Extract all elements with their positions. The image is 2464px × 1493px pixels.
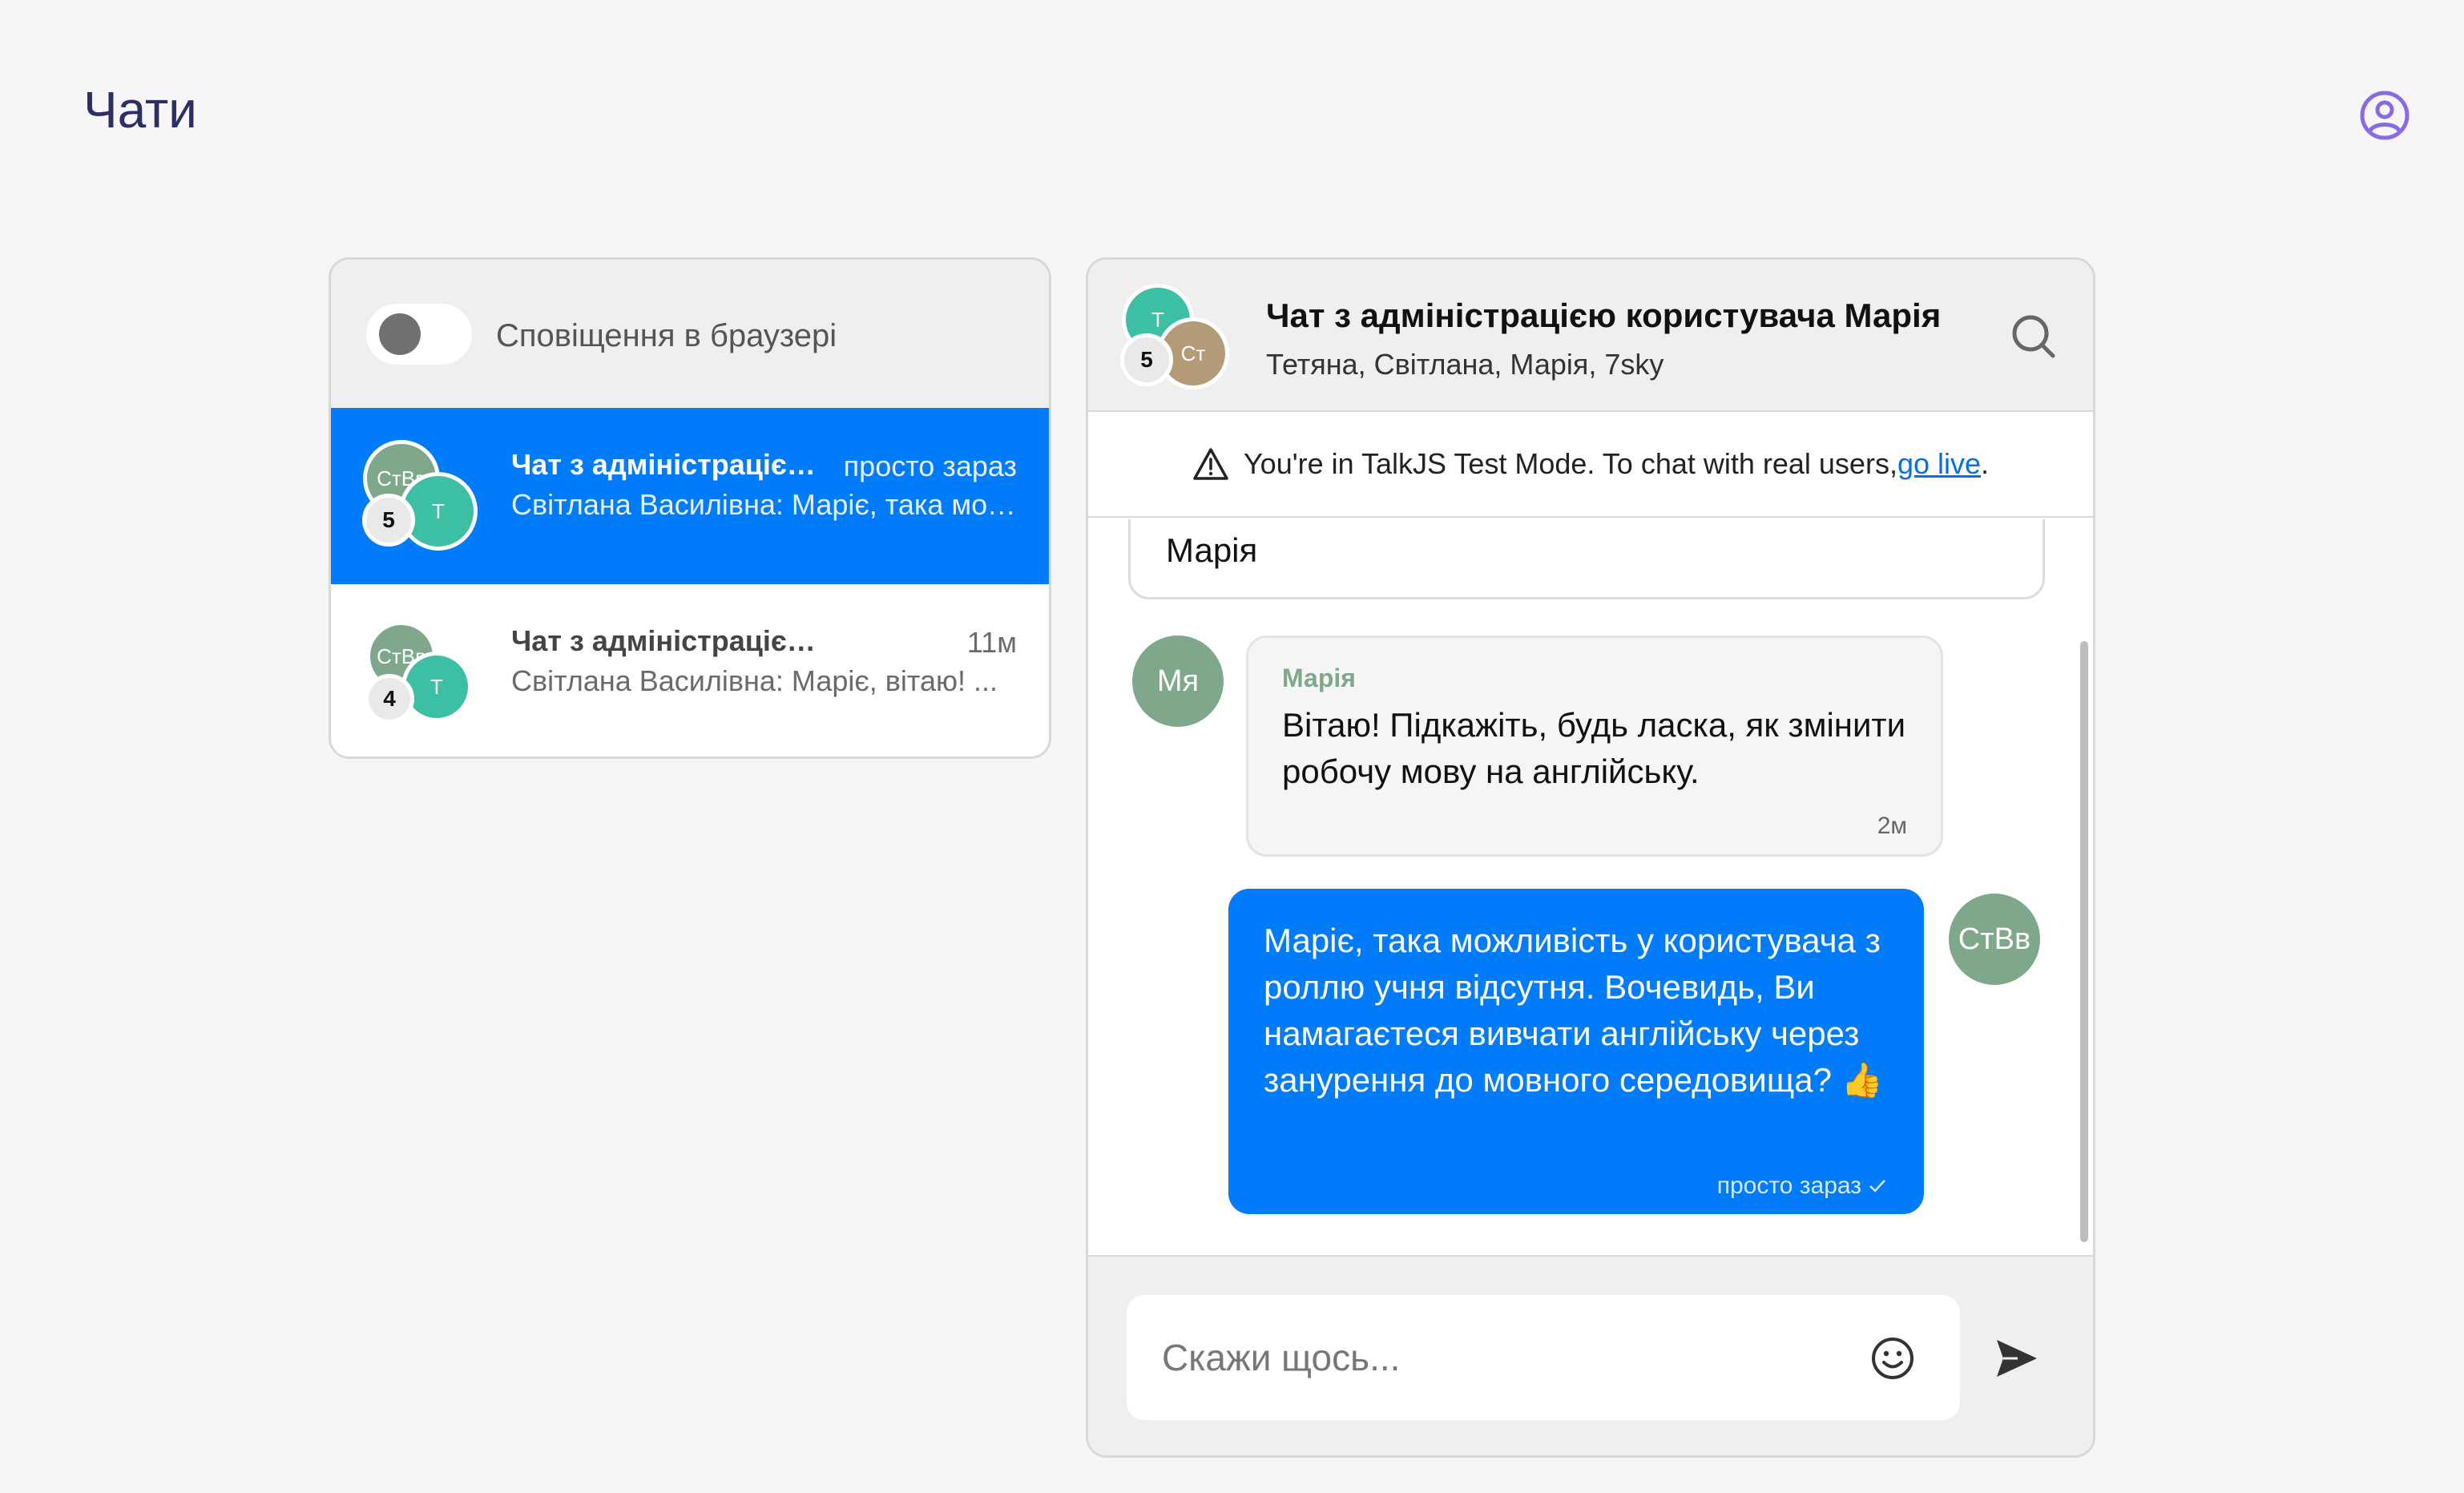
message-composer — [1088, 1255, 2093, 1455]
incoming-message-bubble: Марія Вітаю! Підкажіть, будь ласка, як з… — [1246, 636, 1943, 857]
test-mode-suffix: . — [1981, 447, 1990, 480]
chat-header: Т Ст 5 Чат з адміністрацією користувача … — [1088, 260, 2093, 412]
message-text: Маріє, така можливість у користувача з р… — [1264, 922, 1883, 1099]
outgoing-message-bubble: Маріє, така можливість у користувача з р… — [1228, 889, 1924, 1214]
message-avatar: Мя — [1132, 636, 1224, 727]
conversation-item-1[interactable]: СтВв Т 5 Чат з адміністрацією користувач… — [331, 408, 1049, 584]
go-live-link[interactable]: go live — [1897, 447, 1981, 481]
page-title: Чати — [83, 81, 197, 139]
message-time: просто зараз — [1716, 1172, 1861, 1199]
message-text: Вітаю! Підкажіть, будь ласка, як змінити… — [1282, 706, 1906, 790]
conversation-preview: Світлана Василівна: Маріє, вітаю! ... — [511, 664, 998, 697]
message-scrollbar[interactable] — [2080, 641, 2088, 1242]
message-time: 2м — [1877, 813, 1907, 839]
search-icon[interactable] — [2008, 311, 2059, 362]
chat-panel: Т Ст 5 Чат з адміністрацією користувача … — [1086, 257, 2095, 1458]
conversation-title: Чат з адміністрацією користувача Марія — [511, 448, 824, 481]
test-mode-banner: You're in TalkJS Test Mode. To chat with… — [1088, 412, 2093, 518]
composer-box — [1127, 1295, 1960, 1420]
previous-message-text: Марія — [1166, 531, 1258, 569]
notifications-header: Сповіщення в браузері — [331, 260, 1049, 408]
send-icon[interactable] — [1994, 1335, 2040, 1382]
smiley-icon[interactable] — [1869, 1335, 1916, 1382]
participant-count-badge: 5 — [362, 494, 415, 547]
conversation-list-panel: Сповіщення в браузері СтВв Т 5 Чат з адм… — [329, 257, 1051, 759]
previous-message-bubble: Марія — [1128, 519, 2045, 599]
notifications-label: Сповіщення в браузері — [496, 318, 837, 353]
message-sender: Марія — [1282, 664, 1356, 692]
chat-participants: Тетяна, Світлана, Марія, 7sky — [1266, 348, 1664, 381]
test-mode-text: You're in TalkJS Test Mode. To chat with… — [1243, 447, 1897, 480]
conversation-preview: Світлана Василівна: Маріє, така можливіс… — [511, 488, 1024, 521]
message-list[interactable]: Марія Мя Марія Вітаю! Підкажіть, будь ла… — [1088, 519, 2093, 1255]
check-icon — [1869, 1180, 1885, 1192]
conversation-time: 11м — [966, 626, 1017, 659]
toggle-knob — [379, 313, 421, 355]
message-avatar: СтВв — [1949, 894, 2040, 985]
participant-count-badge: 4 — [365, 674, 414, 724]
message-time-row: просто зараз — [1717, 1172, 1887, 1200]
warning-triangle-icon — [1193, 448, 1228, 480]
message-input[interactable] — [1162, 1295, 1851, 1420]
conversation-time: просто зараз — [843, 450, 1017, 482]
conversation-item-2[interactable]: СтВв Т 4 Чат з адміністрацією користувач… — [331, 584, 1049, 757]
participant-count-badge: 5 — [1120, 333, 1173, 386]
avatar-front: Т — [401, 652, 472, 722]
user-circle-icon[interactable] — [2359, 90, 2410, 141]
chat-title: Чат з адміністрацією користувача Марія — [1266, 297, 1942, 334]
conversation-title: Чат з адміністрацією користувача — [511, 624, 824, 657]
notifications-toggle[interactable] — [366, 304, 472, 365]
